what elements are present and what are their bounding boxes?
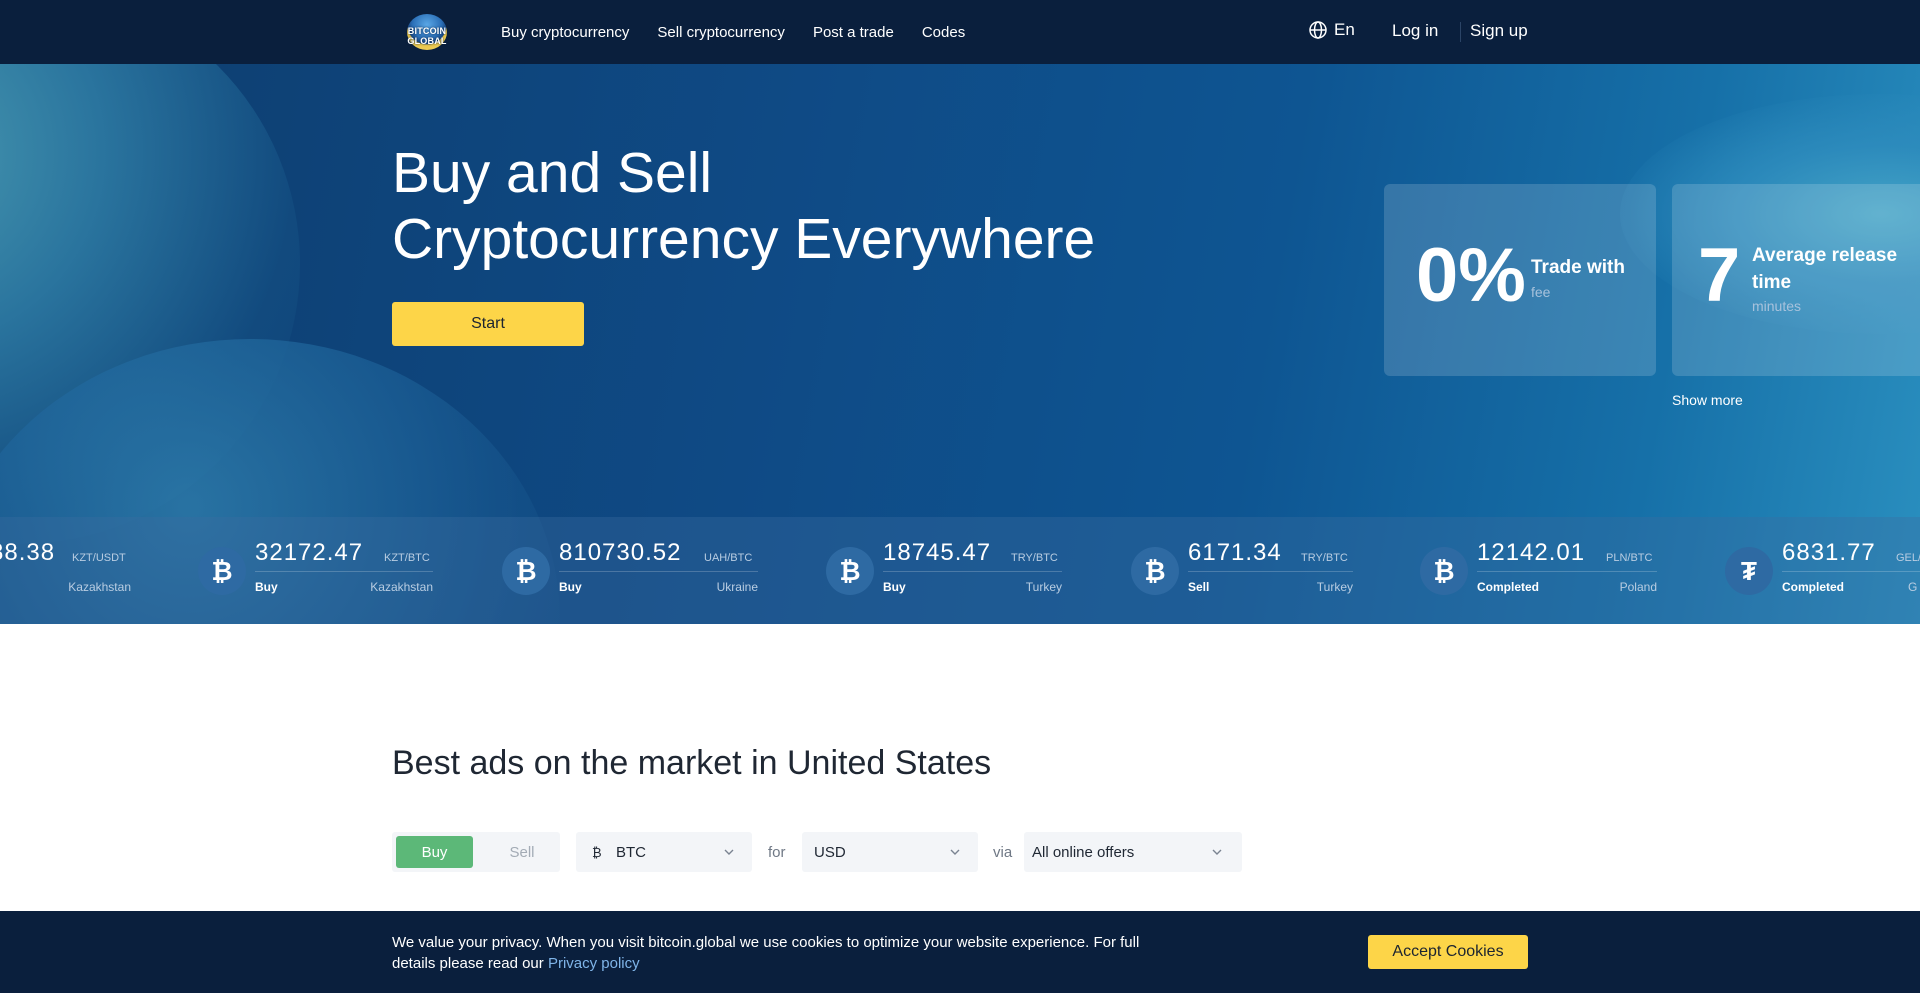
hero-title-line2: Cryptocurrency Everywhere <box>392 207 1096 271</box>
usdt-icon: ₮ <box>1725 547 1773 595</box>
ticker-pair: UAH/BTC <box>704 552 753 564</box>
header-divider <box>1460 22 1461 42</box>
chevron-down-icon <box>1212 849 1222 855</box>
btc-icon: ₿ <box>502 547 550 595</box>
ticker-status: Completed <box>1477 580 1540 594</box>
logo-text: BITCOIN GLOBAL <box>407 26 447 46</box>
ticker-country: Turkey <box>1025 580 1062 594</box>
ticker-divider <box>1477 571 1657 572</box>
language-selector[interactable]: En <box>1308 20 1355 40</box>
buy-tab[interactable]: Buy <box>396 836 473 868</box>
nav-sell-cryptocurrency[interactable]: Sell cryptocurrency <box>657 24 785 41</box>
ticker-divider <box>1188 571 1353 572</box>
stat-card-fee: 0% Trade with fee <box>1384 184 1656 376</box>
privacy-policy-link[interactable]: Privacy policy <box>548 955 640 972</box>
cookie-banner: We value your privacy. When you visit bi… <box>0 911 1920 993</box>
start-button[interactable]: Start <box>392 302 584 346</box>
ticker-price: 6171.34 <box>1188 539 1282 566</box>
stat-label: Average release time <box>1752 245 1898 293</box>
chevron-down-icon <box>724 849 734 855</box>
currency-select[interactable]: USD <box>802 832 978 872</box>
ticker-price: 18745.47 <box>883 539 992 566</box>
ticker-country: Kazakhstan <box>68 580 131 594</box>
btc-small-icon: ₿ <box>592 845 602 860</box>
ticker-pair: PLN/BTC <box>1606 552 1653 564</box>
crypto-select-value: BTC <box>616 844 646 861</box>
ticker-country: Kazakhstan <box>370 580 433 594</box>
price-ticker: 88.38 KZT/USDT Kazakhstan ₿ 32172.47 KZT… <box>0 517 1920 624</box>
btc-icon: ₿ <box>1131 547 1179 595</box>
payment-method-select[interactable]: All online offers <box>1024 832 1242 872</box>
ticker-pair: KZT/BTC <box>384 552 430 564</box>
ticker-country: Turkey <box>1316 580 1353 594</box>
globe-icon <box>1309 21 1327 39</box>
language-label: En <box>1334 20 1355 39</box>
main-nav: Buy cryptocurrency Sell cryptocurrency P… <box>501 0 993 64</box>
btc-icon: ₿ <box>826 547 874 595</box>
currency-select-value: USD <box>814 844 846 861</box>
ticker-pair: GEL/ <box>1896 552 1920 564</box>
nav-buy-cryptocurrency[interactable]: Buy cryptocurrency <box>501 24 629 41</box>
ticker-country: G <box>1908 580 1918 594</box>
ticker-price: 810730.52 <box>559 539 682 566</box>
payment-select-value: All online offers <box>1032 844 1135 861</box>
ticker-status: Completed <box>1782 580 1845 594</box>
bitcoin-global-logo[interactable]: BITCOIN GLOBAL <box>392 14 462 50</box>
ticker-pair: TRY/BTC <box>1301 552 1348 564</box>
cookie-message: We value your privacy. When you visit bi… <box>392 934 1140 972</box>
stat-sub: fee <box>1531 284 1551 300</box>
login-link[interactable]: Log in <box>1392 21 1438 41</box>
signup-link[interactable]: Sign up <box>1470 21 1528 41</box>
ticker-divider <box>883 571 1062 572</box>
stat-value: 0% <box>1416 233 1526 318</box>
for-label: for <box>768 844 786 861</box>
ticker-status: Buy <box>883 580 906 594</box>
nav-post-a-trade[interactable]: Post a trade <box>813 24 894 41</box>
ticker-divider <box>559 571 758 572</box>
ticker-status: Buy <box>255 580 278 594</box>
chevron-down-icon <box>950 849 960 855</box>
ticker-price: 88.38 <box>0 539 56 566</box>
show-more-link[interactable]: Show more <box>1672 392 1743 408</box>
ticker-price: 12142.01 <box>1477 539 1586 566</box>
best-ads-title: Best ads on the market in United States <box>392 744 992 782</box>
stat-sub: minutes <box>1752 298 1802 314</box>
ticker-pair: TRY/BTC <box>1011 552 1058 564</box>
top-header: BITCOIN GLOBAL Buy cryptocurrency Sell c… <box>0 0 1920 64</box>
crypto-select[interactable]: ₿ BTC <box>576 832 752 872</box>
cookie-text: We value your privacy. When you visit bi… <box>392 932 1172 974</box>
hero-title-line1: Buy and Sell <box>392 141 713 205</box>
ticker-country: Poland <box>1619 580 1657 594</box>
btc-icon: ₿ <box>1420 547 1468 595</box>
via-label: via <box>993 844 1013 861</box>
ticker-price: 32172.47 <box>255 539 364 566</box>
ticker-price: 6831.77 <box>1782 539 1876 566</box>
stat-label: Trade with <box>1531 257 1625 278</box>
stat-value: 7 <box>1698 233 1741 318</box>
ticker-status: Buy <box>559 580 582 594</box>
hero-title: Buy and Sell Cryptocurrency Everywhere <box>392 140 1095 272</box>
stat-card-release-time: 7 Average release time minutes <box>1672 184 1920 376</box>
nav-codes[interactable]: Codes <box>922 24 965 41</box>
ticker-divider <box>1782 571 1920 572</box>
sell-tab[interactable]: Sell <box>492 836 552 868</box>
ticker-status: Sell <box>1188 580 1210 594</box>
ticker-divider <box>255 571 433 572</box>
btc-icon: ₿ <box>198 547 246 595</box>
ticker-country: Ukraine <box>716 580 758 594</box>
buy-sell-toggle: Buy Sell <box>392 832 560 872</box>
ticker-pair: KZT/USDT <box>72 552 126 564</box>
accept-cookies-button[interactable]: Accept Cookies <box>1368 935 1528 969</box>
